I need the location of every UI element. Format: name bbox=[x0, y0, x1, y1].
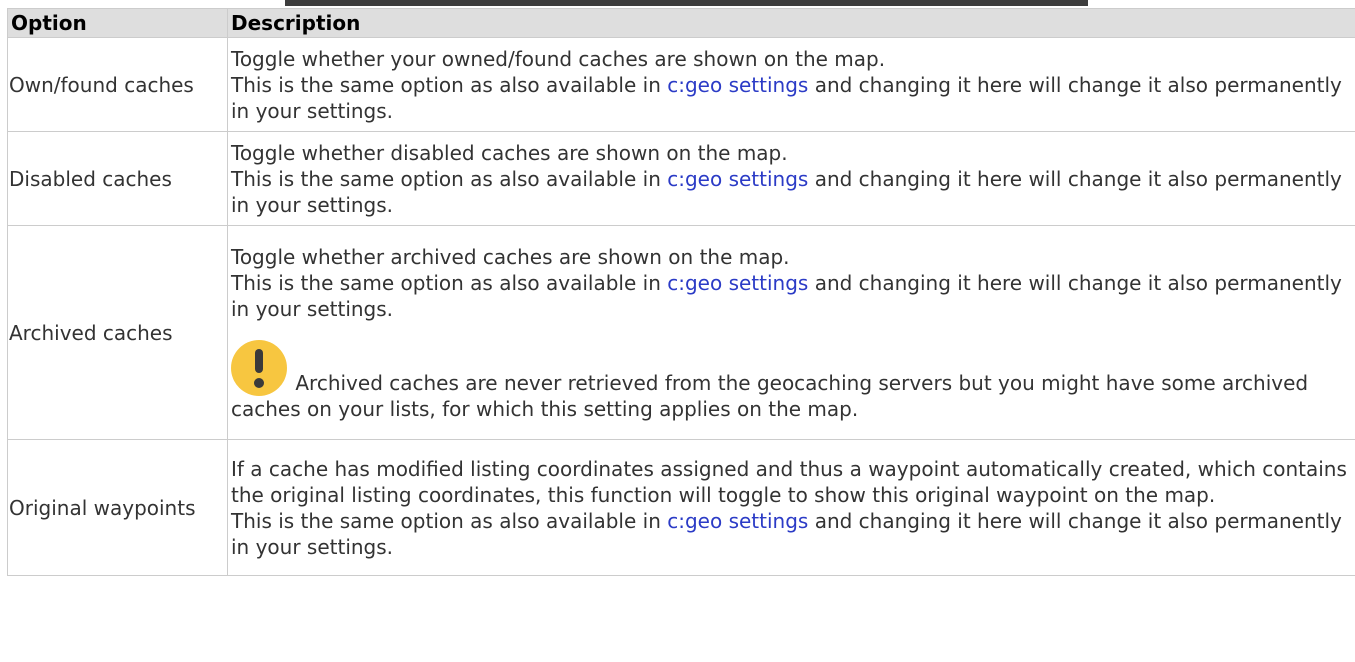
cgeo-settings-link[interactable]: c:geo settings bbox=[667, 73, 808, 97]
description-cell: Toggle whether disabled caches are shown… bbox=[227, 131, 1355, 226]
option-cell: Original waypoints bbox=[7, 439, 228, 576]
description-text: Toggle whether disabled caches are shown… bbox=[231, 140, 788, 165]
warning-note: Archived caches are never retrieved from… bbox=[231, 339, 1352, 422]
header-option: Option bbox=[7, 8, 228, 38]
description-text: This is the same option as also availabl… bbox=[231, 166, 668, 191]
exclamation-icon bbox=[231, 339, 287, 396]
table-row: Original waypoints If a cache has modifi… bbox=[7, 439, 1355, 576]
table-row: Archived caches Toggle whether archived … bbox=[7, 225, 1355, 440]
description-cell: Toggle whether archived caches are shown… bbox=[227, 225, 1355, 440]
cgeo-settings-link[interactable]: c:geo settings bbox=[667, 271, 808, 295]
description-text: This is the same option as also availabl… bbox=[231, 72, 668, 97]
table-header-row: Option Description bbox=[7, 8, 1355, 38]
table-row: Disabled caches Toggle whether disabled … bbox=[7, 131, 1355, 226]
note-text: Archived caches are never retrieved from… bbox=[231, 370, 1309, 421]
option-cell: Archived caches bbox=[7, 225, 228, 440]
top-bar bbox=[285, 0, 1088, 6]
header-description: Description bbox=[227, 8, 1355, 38]
table-row: Own/found caches Toggle whether your own… bbox=[7, 37, 1355, 132]
description-text: If a cache has modified listing coordina… bbox=[231, 456, 1347, 507]
description-text: Toggle whether your owned/found caches a… bbox=[231, 46, 886, 71]
description-cell: Toggle whether your owned/found caches a… bbox=[227, 37, 1355, 132]
cgeo-settings-link[interactable]: c:geo settings bbox=[667, 167, 808, 191]
option-cell: Own/found caches bbox=[7, 37, 228, 132]
cgeo-settings-link[interactable]: c:geo settings bbox=[667, 509, 808, 533]
description-text: Toggle whether archived caches are shown… bbox=[231, 244, 790, 269]
description-text: This is the same option as also availabl… bbox=[231, 508, 668, 533]
option-cell: Disabled caches bbox=[7, 131, 228, 226]
description-cell: If a cache has modified listing coordina… bbox=[227, 439, 1355, 576]
description-text: This is the same option as also availabl… bbox=[231, 270, 668, 295]
options-table: Option Description Own/found caches Togg… bbox=[7, 8, 1355, 576]
